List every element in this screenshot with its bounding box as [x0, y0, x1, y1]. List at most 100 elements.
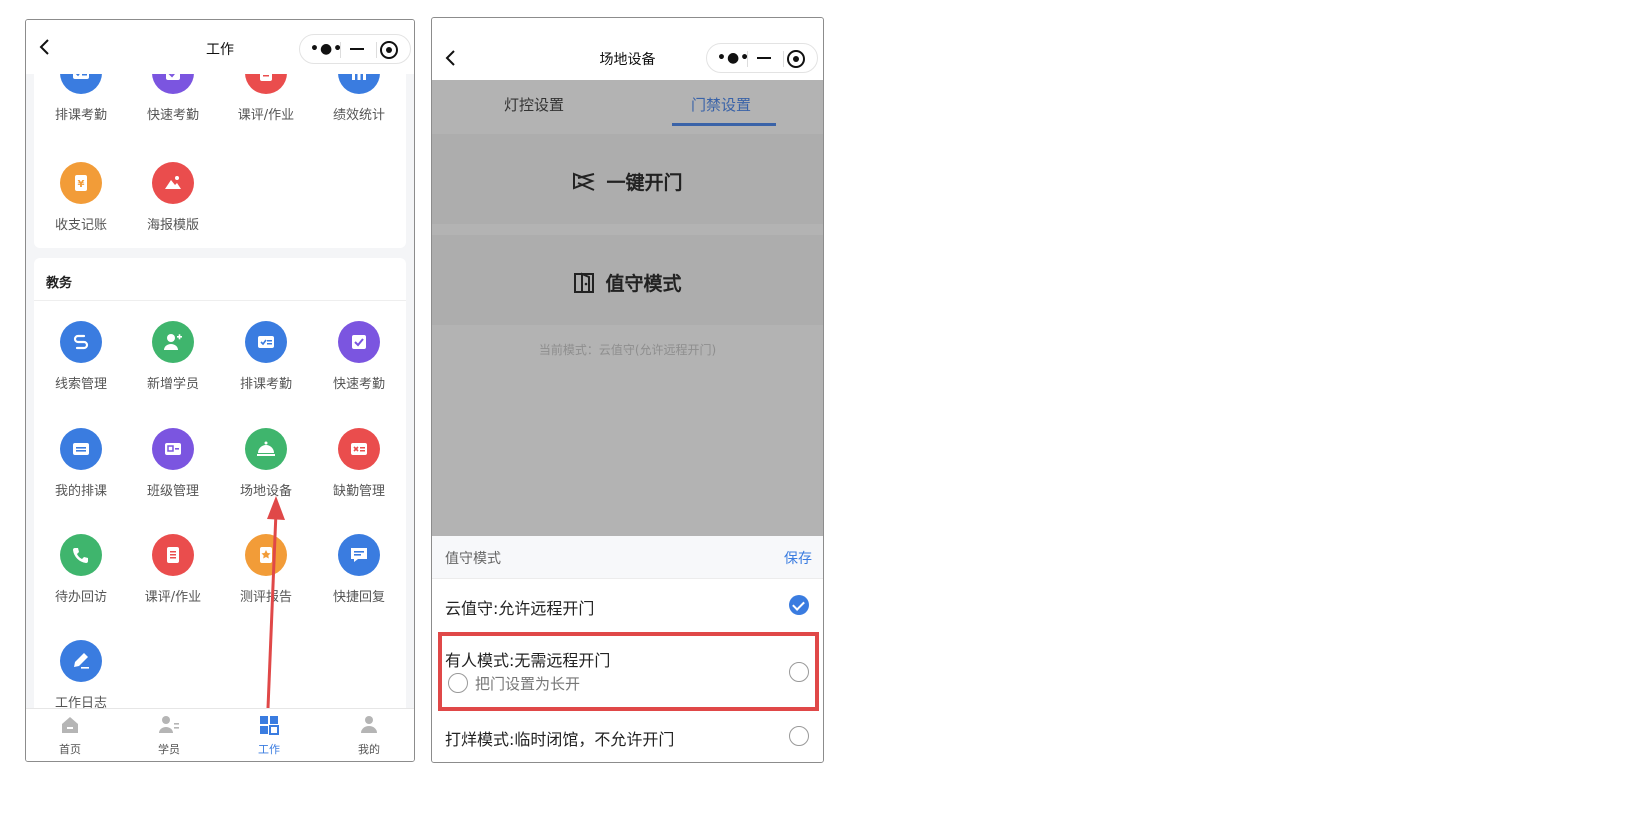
- link-icon: [60, 321, 102, 363]
- app-item[interactable]: 新增学员: [126, 321, 220, 392]
- class-icon: [152, 428, 194, 470]
- profile-icon: [361, 716, 377, 733]
- close-target-icon[interactable]: [380, 41, 398, 59]
- nav-bar: 场地设备 •●•: [432, 18, 823, 80]
- option-label: 云值守:允许远程开门: [445, 599, 595, 618]
- section-title: 教务: [46, 276, 73, 291]
- current-mode-text: 当前模式：云值守(允许远程开门): [538, 343, 717, 357]
- close-target-icon[interactable]: [787, 50, 805, 68]
- app-label: 课评/作业: [237, 108, 295, 123]
- minimize-icon[interactable]: [757, 57, 771, 59]
- home-icon: [62, 717, 78, 733]
- tab-label: 我的: [358, 743, 380, 756]
- sheet-title: 值守模式: [445, 551, 501, 567]
- app-item[interactable]: 我的排课: [34, 428, 128, 499]
- app-label: 新增学员: [146, 377, 199, 392]
- mini-program-capsule: •●•: [299, 34, 411, 64]
- active-tab-indicator: [672, 123, 776, 126]
- annotation-arrow: [266, 496, 285, 709]
- tab-light-control[interactable]: 灯控设置: [504, 94, 564, 115]
- door-icon: [574, 272, 595, 293]
- more-icon[interactable]: •●•: [310, 42, 343, 56]
- divider: [34, 300, 406, 301]
- app-label: 班级管理: [146, 484, 199, 499]
- work-screen: 排课考勤 快速考勤 课评/作业 绩效统计 ¥ 收支记账 海报模版 教务 线索管理: [25, 19, 415, 762]
- absence-icon: [338, 428, 380, 470]
- picture-icon: [152, 162, 194, 204]
- app-item[interactable]: 排课考勤: [219, 321, 313, 392]
- divider: [747, 51, 748, 67]
- annotation-highlight-box: [438, 632, 819, 711]
- app-item[interactable]: 海报模版: [126, 162, 220, 233]
- tab-label: 工作: [258, 743, 280, 756]
- radio-icon[interactable]: [789, 726, 809, 746]
- app-item[interactable]: ¥ 收支记账: [34, 162, 128, 233]
- divider: [376, 42, 377, 58]
- app-item[interactable]: 快捷回复: [312, 534, 406, 605]
- venue-device-screen: 场地设备 •●• 灯控设置 门禁设置 一键开门 值守模式 当前模式：云值守(允许…: [431, 17, 824, 763]
- duty-mode-button[interactable]: 值守模式: [432, 235, 823, 325]
- app-label: 我的排课: [54, 484, 107, 499]
- option-cloud-duty[interactable]: 云值守:允许远程开门: [432, 579, 823, 632]
- tab-bar: 首页 学员 工作 我的: [26, 708, 414, 761]
- add-user-icon: [152, 321, 194, 363]
- phone-icon: [60, 534, 102, 576]
- option-label: 打烊模式:临时闭馆，不允许开门: [445, 730, 675, 749]
- duty-mode-label: 值守模式: [605, 273, 682, 295]
- divider: [783, 51, 784, 67]
- app-item[interactable]: 场地设备: [219, 428, 313, 499]
- pen-icon: [60, 640, 102, 682]
- app-label: 快速考勤: [332, 377, 385, 392]
- app-item[interactable]: 工作日志: [34, 640, 128, 711]
- tab-label: 首页: [59, 743, 81, 756]
- app-label: 海报模版: [146, 218, 199, 233]
- tab-label: 学员: [158, 743, 180, 756]
- app-label: 快捷回复: [332, 590, 385, 605]
- yuan-icon: ¥: [60, 162, 102, 204]
- tab-profile[interactable]: 我的: [339, 715, 399, 757]
- save-button[interactable]: 保存: [784, 548, 812, 568]
- bell-cover-icon: [245, 428, 287, 470]
- option-closed[interactable]: 打烊模式:临时闭馆，不允许开门: [432, 714, 823, 762]
- app-label: 线索管理: [54, 377, 107, 392]
- nav-bar: 工作 •●•: [26, 20, 414, 74]
- check-card-icon: [338, 321, 380, 363]
- minimize-icon[interactable]: [350, 48, 364, 50]
- app-item[interactable]: 班级管理: [126, 428, 220, 499]
- app-item[interactable]: 待办回访: [34, 534, 128, 605]
- message-icon: [338, 534, 380, 576]
- app-item[interactable]: 课评/作业: [126, 534, 220, 605]
- grid-icon: [260, 716, 279, 735]
- app-label: 排课考勤: [54, 108, 107, 123]
- tab-access-control[interactable]: 门禁设置: [691, 94, 751, 115]
- app-item[interactable]: 缺勤管理: [312, 428, 406, 499]
- jiaowu-card: 教务 线索管理 新增学员 排课考勤 快速考勤 我的排课 班级管理 场地设备 缺勤…: [34, 258, 406, 718]
- sheet-header: 值守模式 保存: [432, 536, 823, 579]
- one-key-open-label: 一键开门: [606, 172, 683, 194]
- schedule-icon: [245, 321, 287, 363]
- students-icon: [159, 716, 179, 733]
- app-item[interactable]: 线索管理: [34, 321, 128, 392]
- app-item[interactable]: 快速考勤: [312, 321, 406, 392]
- svg-text:¥: ¥: [78, 179, 85, 190]
- tab-home[interactable]: 首页: [40, 715, 100, 757]
- one-key-open-button[interactable]: 一键开门: [432, 134, 823, 224]
- app-label: 缺勤管理: [332, 484, 385, 499]
- tab-work[interactable]: 工作: [239, 715, 299, 757]
- more-icon[interactable]: •●•: [717, 51, 750, 65]
- tab-students[interactable]: 学员: [139, 715, 199, 757]
- app-label: 待办回访: [54, 590, 107, 605]
- app-label: 快速考勤: [146, 108, 199, 123]
- app-label: 绩效统计: [332, 108, 385, 123]
- duty-mode-sheet: 值守模式 保存 云值守:允许远程开门 有人模式:无需远程开门 把门设置为长开 打…: [432, 536, 823, 762]
- divider: [340, 42, 341, 58]
- mini-program-capsule: •●•: [706, 43, 818, 73]
- settings-tabs: 灯控设置 门禁设置: [432, 80, 823, 126]
- calendar-icon: [60, 428, 102, 470]
- app-label: 排课考勤: [239, 377, 292, 392]
- door-open-icon: [573, 172, 596, 191]
- app-label: 课评/作业: [144, 590, 202, 605]
- radio-checked-icon[interactable]: [789, 595, 809, 615]
- app-label: 收支记账: [54, 218, 107, 233]
- list-icon: [152, 534, 194, 576]
